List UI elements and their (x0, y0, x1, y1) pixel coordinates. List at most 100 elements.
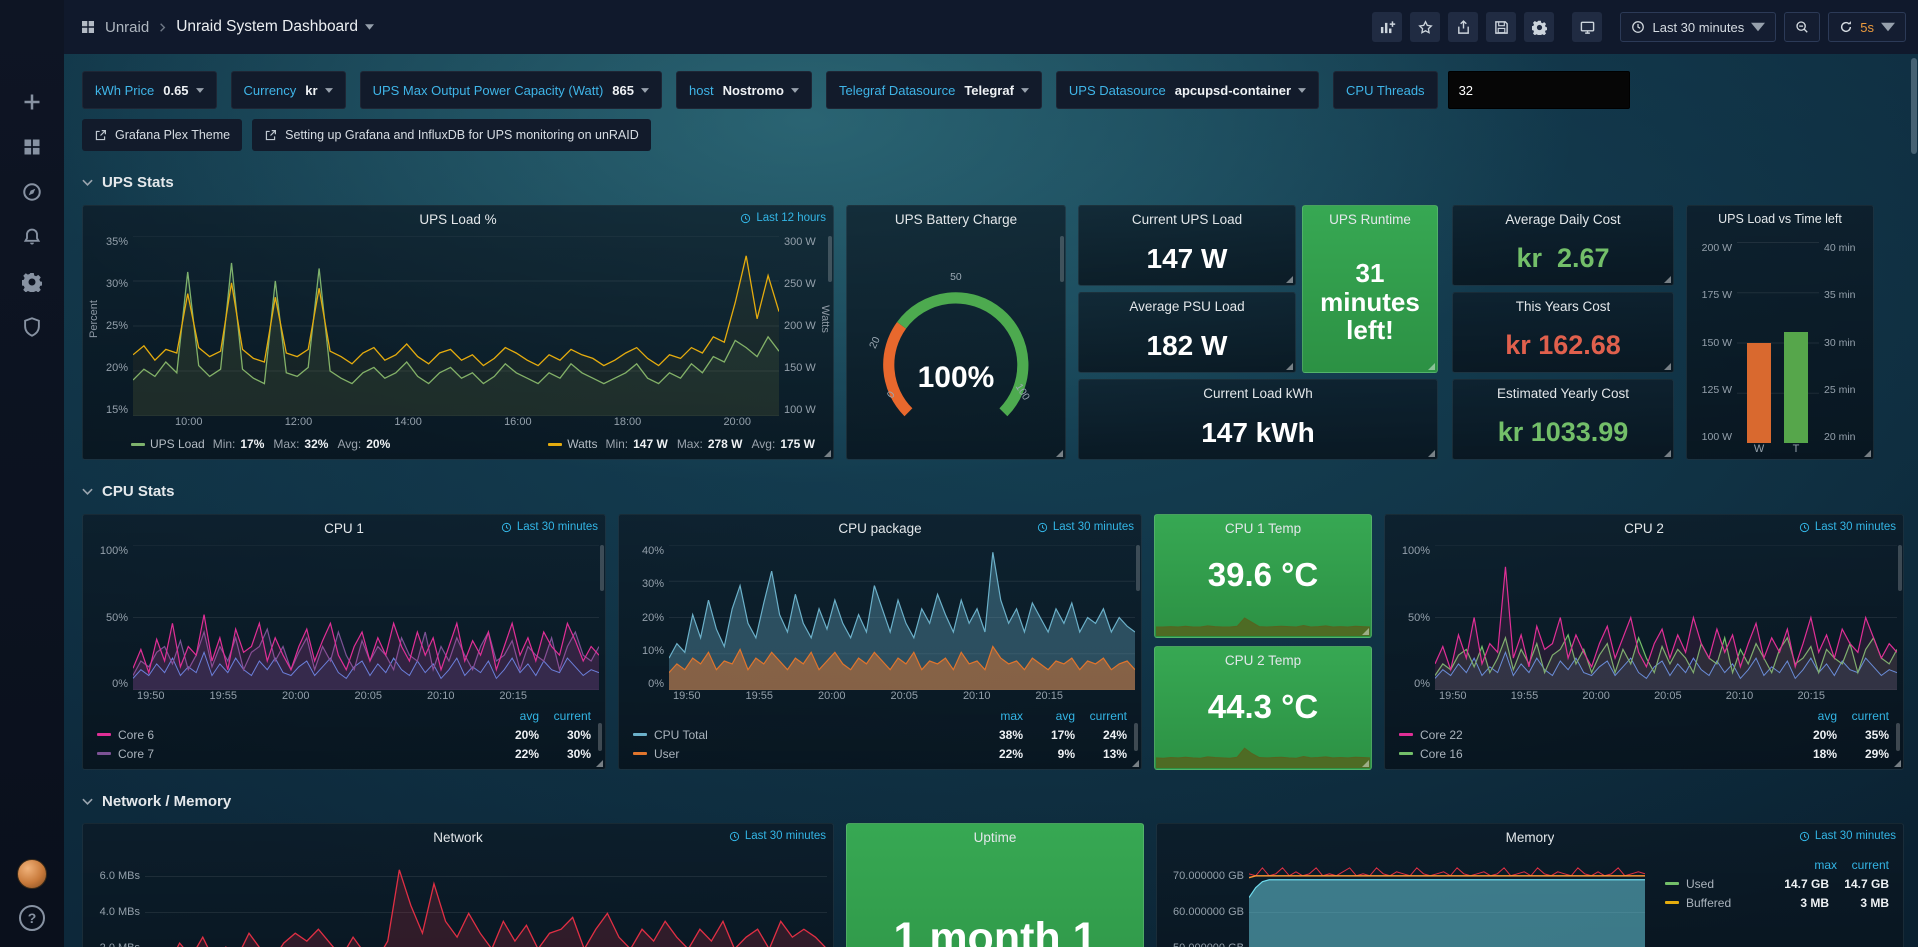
variable-kwh-price[interactable]: kWh Price 0.65 (82, 71, 217, 109)
dashboard-settings-button[interactable] (1524, 12, 1554, 42)
variable-host[interactable]: host Nostromo (676, 71, 812, 109)
explore-compass-icon[interactable] (22, 182, 42, 202)
stat-value: kr 1033.99 (1453, 406, 1673, 459)
panel-title[interactable]: Uptime (974, 830, 1017, 845)
panel-title[interactable]: UPS Runtime (1329, 212, 1411, 227)
panel-title[interactable]: CPU 2 Temp (1225, 653, 1301, 668)
zoom-out-time-button[interactable] (1784, 12, 1820, 42)
panel-title[interactable]: Current Load kWh (1203, 386, 1313, 401)
legend-sort-header[interactable]: avg (1023, 709, 1075, 723)
axis-tick-label: 150 W (784, 362, 816, 374)
panel-title[interactable]: CPU 1 Temp (1225, 521, 1301, 536)
panel-title[interactable]: CPU 2 (1624, 521, 1664, 536)
panel-cpu2-temp: CPU 2 Temp 44.3 °C (1154, 646, 1372, 770)
panel-this-years-cost: This Years Cost kr 162.68 (1452, 292, 1674, 373)
panel-time-range[interactable]: Last 30 minutes (1799, 830, 1896, 842)
axis-tick-label: 20% (106, 362, 128, 374)
variable-value: 0.65 (163, 83, 188, 98)
panel-title[interactable]: CPU package (838, 521, 921, 536)
variable-currency[interactable]: Currency kr (231, 71, 346, 109)
variable-ups-max-output[interactable]: UPS Max Output Power Capacity (Watt) 865 (360, 71, 662, 109)
legend-sort-header[interactable]: max (971, 709, 1023, 723)
caret-down-icon (641, 88, 649, 93)
variable-label: CPU Threads (1346, 83, 1425, 98)
y-axis-left: 100%50%0% (1391, 545, 1435, 690)
legend-sort-header[interactable]: avg (487, 709, 539, 723)
panel-title[interactable]: Memory (1506, 830, 1555, 845)
dashboard-grid-icon[interactable] (80, 19, 96, 35)
panel-title[interactable]: UPS Load vs Time left (1718, 212, 1842, 226)
bar-chart-plot[interactable] (1737, 242, 1819, 443)
legend-sort-header[interactable]: current (1075, 709, 1127, 723)
add-panel-button[interactable] (1372, 12, 1402, 42)
user-avatar[interactable] (17, 859, 47, 889)
time-range-picker[interactable]: Last 30 minutes (1620, 12, 1776, 42)
panel-time-range[interactable]: Last 30 minutes (1799, 521, 1896, 533)
row-header-ups-stats[interactable]: UPS Stats (82, 171, 1904, 193)
refresh-picker[interactable]: 5s (1828, 12, 1906, 42)
legend-row: Used 14.7 GB 14.7 GB (1665, 874, 1889, 893)
cycle-view-mode-button[interactable] (1572, 12, 1602, 42)
panel-title[interactable]: Estimated Yearly Cost (1497, 386, 1629, 401)
dashboard-title-dropdown[interactable]: Unraid System Dashboard (176, 18, 374, 36)
legend-row: Core 6 20% 30% (97, 725, 591, 744)
legend-series-name[interactable]: Watts (567, 437, 597, 451)
link-ups-monitoring-guide[interactable]: Setting up Grafana and InfluxDB for UPS … (252, 119, 651, 151)
share-dashboard-button[interactable] (1448, 12, 1478, 42)
link-grafana-plex-theme[interactable]: Grafana Plex Theme (82, 119, 242, 151)
legend-series-name: Buffered (1686, 896, 1731, 910)
legend-sort-header[interactable]: current (1837, 709, 1889, 723)
variable-value: kr (305, 83, 317, 98)
panel-time-range[interactable]: Last 12 hours (740, 212, 826, 224)
memory-graph[interactable] (1249, 854, 1645, 947)
breadcrumb-folder[interactable]: Unraid (105, 19, 149, 36)
cpu1-graph[interactable] (133, 545, 599, 690)
legend-sort-header[interactable]: current (539, 709, 591, 723)
legend-color-dash (633, 733, 647, 736)
legend-sort-header[interactable]: max (1785, 858, 1837, 872)
help-icon[interactable]: ? (19, 905, 45, 931)
axis-tick-label: 20% (642, 612, 664, 624)
cpu-package-graph[interactable] (669, 545, 1135, 690)
save-dashboard-button[interactable] (1486, 12, 1516, 42)
link-label: Grafana Plex Theme (115, 128, 230, 142)
legend-sort-header[interactable]: avg (1785, 709, 1837, 723)
grafana-logo-icon[interactable] (13, 10, 51, 48)
variable-ups-datasource[interactable]: UPS Datasource apcupsd-container (1056, 71, 1319, 109)
dashboards-icon[interactable] (22, 137, 42, 157)
panel-title[interactable]: CPU 1 (324, 521, 364, 536)
variable-telegraf-datasource[interactable]: Telegraf Datasource Telegraf (826, 71, 1042, 109)
network-graph[interactable] (145, 854, 827, 947)
row-header-network-memory[interactable]: Network / Memory (82, 790, 1904, 812)
panel-title[interactable]: Network (433, 830, 483, 845)
legend-sort-header[interactable]: current (1837, 858, 1889, 872)
server-admin-shield-icon[interactable] (22, 317, 42, 337)
axis-tick-label: 125 W (1702, 384, 1732, 396)
alerting-bell-icon[interactable] (22, 227, 42, 247)
panel-title[interactable]: Average PSU Load (1129, 299, 1244, 314)
time-range-label: Last 30 minutes (1652, 20, 1744, 35)
ups-load-graph[interactable] (133, 236, 779, 416)
panel-title[interactable]: UPS Battery Charge (895, 212, 1017, 227)
star-dashboard-button[interactable] (1410, 12, 1440, 42)
chevron-down-icon (82, 179, 93, 186)
panel-title[interactable]: Average Daily Cost (1505, 212, 1620, 227)
legend-series-name[interactable]: UPS Load (150, 437, 205, 451)
cpu-threads-input[interactable] (1448, 71, 1630, 109)
scrollbar-thumb[interactable] (1911, 58, 1917, 154)
panel-title[interactable]: Current UPS Load (1132, 212, 1242, 227)
row-title: Network / Memory (102, 793, 231, 810)
panel-time-range[interactable]: Last 30 minutes (501, 521, 598, 533)
panel-time-range[interactable]: Last 30 minutes (1037, 521, 1134, 533)
caret-down-icon (196, 88, 204, 93)
configuration-gear-icon[interactable] (22, 272, 42, 292)
row-header-cpu-stats[interactable]: CPU Stats (82, 480, 1904, 502)
legend-color-dash (97, 733, 111, 736)
panel-time-range[interactable]: Last 30 minutes (729, 830, 826, 842)
panel-title[interactable]: This Years Cost (1516, 299, 1611, 314)
variable-value: Telegraf (964, 83, 1014, 98)
side-menu: ? (0, 0, 64, 947)
panel-title[interactable]: UPS Load % (419, 212, 496, 227)
create-icon[interactable] (22, 92, 42, 112)
cpu2-graph[interactable] (1435, 545, 1897, 690)
